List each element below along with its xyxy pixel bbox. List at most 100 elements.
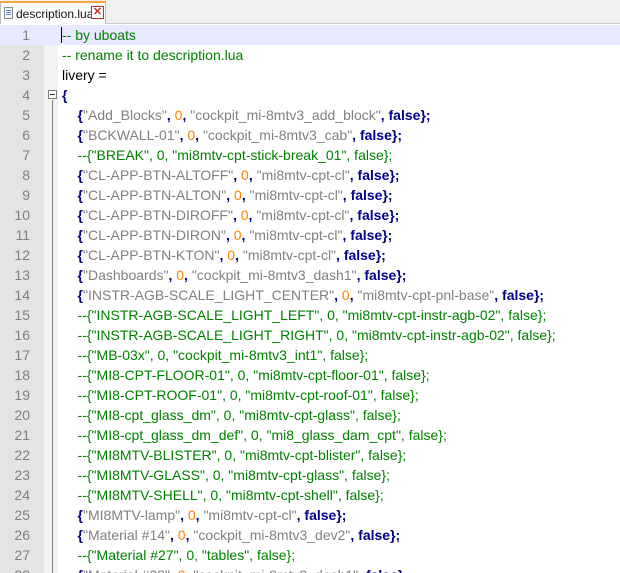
code-line[interactable]: 1 -- by uboats: [0, 25, 620, 45]
line-number: 20: [14, 407, 30, 423]
token-str: "MI8MTV-lamp": [83, 507, 181, 523]
code-line[interactable]: 15 --{"INSTR-AGB-SCALE_LIGHT_LEFT", 0, "…: [0, 305, 620, 325]
code-text: --{"MI8MTV-BLISTER", 0, "mi8mtv-cpt-blis…: [62, 445, 407, 465]
line-number: 6: [22, 127, 30, 143]
code-line[interactable]: 20 --{"MI8-cpt_glass_dm", 0, "mi8mtv-cpt…: [0, 405, 620, 425]
token-op: ,: [180, 507, 188, 523]
token-num: 0: [177, 527, 186, 543]
token-op: {: [62, 267, 84, 283]
token-comment: --{"MI8-CPT-ROOF-01", 0, "mi8mtv-cpt-roo…: [62, 387, 419, 403]
token-str: "cockpit_mi-8mtv3_dev2": [193, 527, 351, 543]
code-text: {"Material #28", 0, "cockpit_mi-8mtv3_da…: [62, 565, 408, 573]
fold-guide: [52, 100, 53, 573]
code-line[interactable]: 7 --{"BREAK", 0, "mi8mtv-cpt-stick-break…: [0, 145, 620, 165]
token-str: "mi8mtv-cpt-cl": [256, 167, 350, 183]
token-op: {: [62, 107, 84, 123]
tab-description-lua[interactable]: description.lua ✕: [0, 1, 106, 24]
token-op: ,: [166, 107, 175, 123]
code-line[interactable]: 14 {"INSTR-AGB-SCALE_LIGHT_CENTER", 0, "…: [0, 285, 620, 305]
code-line[interactable]: 12 {"CL-APP-BTN-KTON", 0, "mi8mtv-cpt-cl…: [0, 245, 620, 265]
code-text: --{"MI8-cpt_glass_dm_def", 0, "mi8_glass…: [62, 425, 447, 445]
code-text: {"BCKWALL-01", 0, "cockpit_mi-8mtv3_cab"…: [62, 125, 402, 145]
token-op: ,: [350, 527, 359, 543]
line-number: 7: [22, 147, 30, 163]
token-op: ,: [170, 527, 178, 543]
token-op: };: [389, 167, 400, 183]
line-number: 25: [14, 507, 30, 523]
token-op: {: [62, 127, 84, 143]
token-kw: false: [357, 207, 390, 223]
token-op: };: [382, 187, 393, 203]
code-line[interactable]: 3 livery =: [0, 65, 620, 85]
token-str: "cockpit_mi-8mtv3_dash1": [193, 567, 358, 573]
code-line[interactable]: 26 {"Material #14", 0, "cockpit_mi-8mtv3…: [0, 525, 620, 545]
code-line[interactable]: 19 --{"MI8-CPT-ROOF-01", 0, "mi8mtv-cpt-…: [0, 385, 620, 405]
token-op: };: [375, 247, 386, 263]
code-text: --{"MI8MTV-GLASS", 0, "mi8mtv-cpt-glass"…: [62, 465, 390, 485]
token-op: {: [62, 87, 68, 103]
tab-title: description.lua: [16, 7, 94, 21]
fold-collapse-icon[interactable]: [48, 90, 57, 99]
line-number: 9: [22, 187, 30, 203]
code-line[interactable]: 23 --{"MI8MTV-GLASS", 0, "mi8mtv-cpt-gla…: [0, 465, 620, 485]
token-comment: --{"MI8MTV-BLISTER", 0, "mi8mtv-cpt-blis…: [62, 447, 407, 463]
code-line[interactable]: 11 {"CL-APP-BTN-DIRON", 0, "mi8mtv-cpt-c…: [0, 225, 620, 245]
token-op: };: [420, 107, 431, 123]
token-num: 0: [227, 247, 236, 263]
code-text: --{"MI8MTV-SHELL", 0, "mi8mtv-cpt-shell"…: [62, 485, 384, 505]
code-text: --{"INSTR-AGB-SCALE_LIGHT_RIGHT", 0, "mi…: [62, 325, 556, 345]
token-op: ,: [225, 227, 234, 243]
token-plain: livery =: [62, 67, 111, 83]
code-text: {"INSTR-AGB-SCALE_LIGHT_CENTER", 0, "mi8…: [62, 285, 545, 305]
code-line[interactable]: 21 --{"MI8-cpt_glass_dm_def", 0, "mi8_gl…: [0, 425, 620, 445]
code-text: --{"MB-03x", 0, "cockpit_mi-8mtv3_int1",…: [62, 345, 369, 365]
code-line[interactable]: 9 {"CL-APP-BTN-ALTON", 0, "mi8mtv-cpt-cl…: [0, 185, 620, 205]
token-op: ,: [184, 267, 192, 283]
code-line[interactable]: 10 {"CL-APP-BTN-DIROFF", 0, "mi8mtv-cpt-…: [0, 205, 620, 225]
line-number: 10: [14, 207, 30, 223]
code-line[interactable]: 2 -- rename it to description.lua: [0, 45, 620, 65]
code-line[interactable]: 5 {"Add_Blocks", 0, "cockpit_mi-8mtv3_ad…: [0, 105, 620, 125]
code-line[interactable]: 27 --{"Material #27", 0, "tables", false…: [0, 545, 620, 565]
code-editor[interactable]: 1 -- by uboats 2 -- rename it to descriptio…: [0, 25, 620, 573]
line-number: 27: [14, 547, 30, 563]
token-num: 0: [234, 187, 242, 203]
code-text: {"CL-APP-BTN-KTON", 0, "mi8mtv-cpt-cl", …: [62, 245, 386, 265]
token-num: 0: [176, 267, 185, 283]
code-line[interactable]: 24 --{"MI8MTV-SHELL", 0, "mi8mtv-cpt-she…: [0, 485, 620, 505]
code-text: --{"BREAK", 0, "mi8mtv-cpt-stick-break_0…: [62, 145, 393, 165]
token-op: {: [62, 507, 84, 523]
code-line[interactable]: 22 --{"MI8MTV-BLISTER", 0, "mi8mtv-cpt-b…: [0, 445, 620, 465]
lua-file-icon: [4, 7, 13, 19]
code-text: {"CL-APP-BTN-DIRON", 0, "mi8mtv-cpt-cl",…: [62, 225, 393, 245]
token-comment: --{"MB-03x", 0, "cockpit_mi-8mtv3_int1",…: [62, 347, 369, 363]
code-text: -- by uboats: [62, 25, 136, 45]
code-line[interactable]: 6 {"BCKWALL-01", 0, "cockpit_mi-8mtv3_ca…: [0, 125, 620, 145]
code-line[interactable]: 28 {"Material #28", 0, "cockpit_mi-8mtv3…: [0, 565, 620, 573]
token-op: ,: [226, 187, 235, 203]
token-op: };: [336, 507, 347, 523]
code-line[interactable]: 4{: [0, 85, 620, 105]
token-op: {: [62, 167, 84, 183]
code-text: -- rename it to description.lua: [62, 45, 243, 65]
code-line[interactable]: 8 {"CL-APP-BTN-ALTOFF", 0, "mi8mtv-cpt-c…: [0, 165, 620, 185]
line-number: 11: [15, 227, 30, 243]
token-num: 0: [341, 287, 350, 303]
line-number: 2: [22, 47, 30, 63]
token-str: "mi8mtv-cpt-cl": [249, 227, 343, 243]
token-num: 0: [178, 567, 186, 573]
token-num: 0: [240, 207, 249, 223]
token-op: ,: [380, 107, 389, 123]
token-comment: --{"BREAK", 0, "mi8mtv-cpt-stick-break_0…: [62, 147, 393, 163]
code-line[interactable]: 18 --{"MI8-CPT-FLOOR-01", 0, "mi8mtv-cpt…: [0, 365, 620, 385]
line-number: 28: [0, 565, 30, 573]
close-icon[interactable]: ✕: [91, 6, 104, 19]
code-line[interactable]: 13 {"Dashboards", 0, "cockpit_mi-8mtv3_d…: [0, 265, 620, 285]
text-caret: [61, 27, 62, 43]
tab-bar: description.lua ✕: [0, 0, 620, 24]
code-line[interactable]: 16 --{"INSTR-AGB-SCALE_LIGHT_RIGHT", 0, …: [0, 325, 620, 345]
token-op: ,: [233, 167, 242, 183]
code-line[interactable]: 25 {"MI8MTV-lamp", 0, "mi8mtv-cpt-cl", f…: [0, 505, 620, 525]
code-text: livery =: [62, 65, 111, 85]
code-line[interactable]: 17 --{"MB-03x", 0, "cockpit_mi-8mtv3_int…: [0, 345, 620, 365]
